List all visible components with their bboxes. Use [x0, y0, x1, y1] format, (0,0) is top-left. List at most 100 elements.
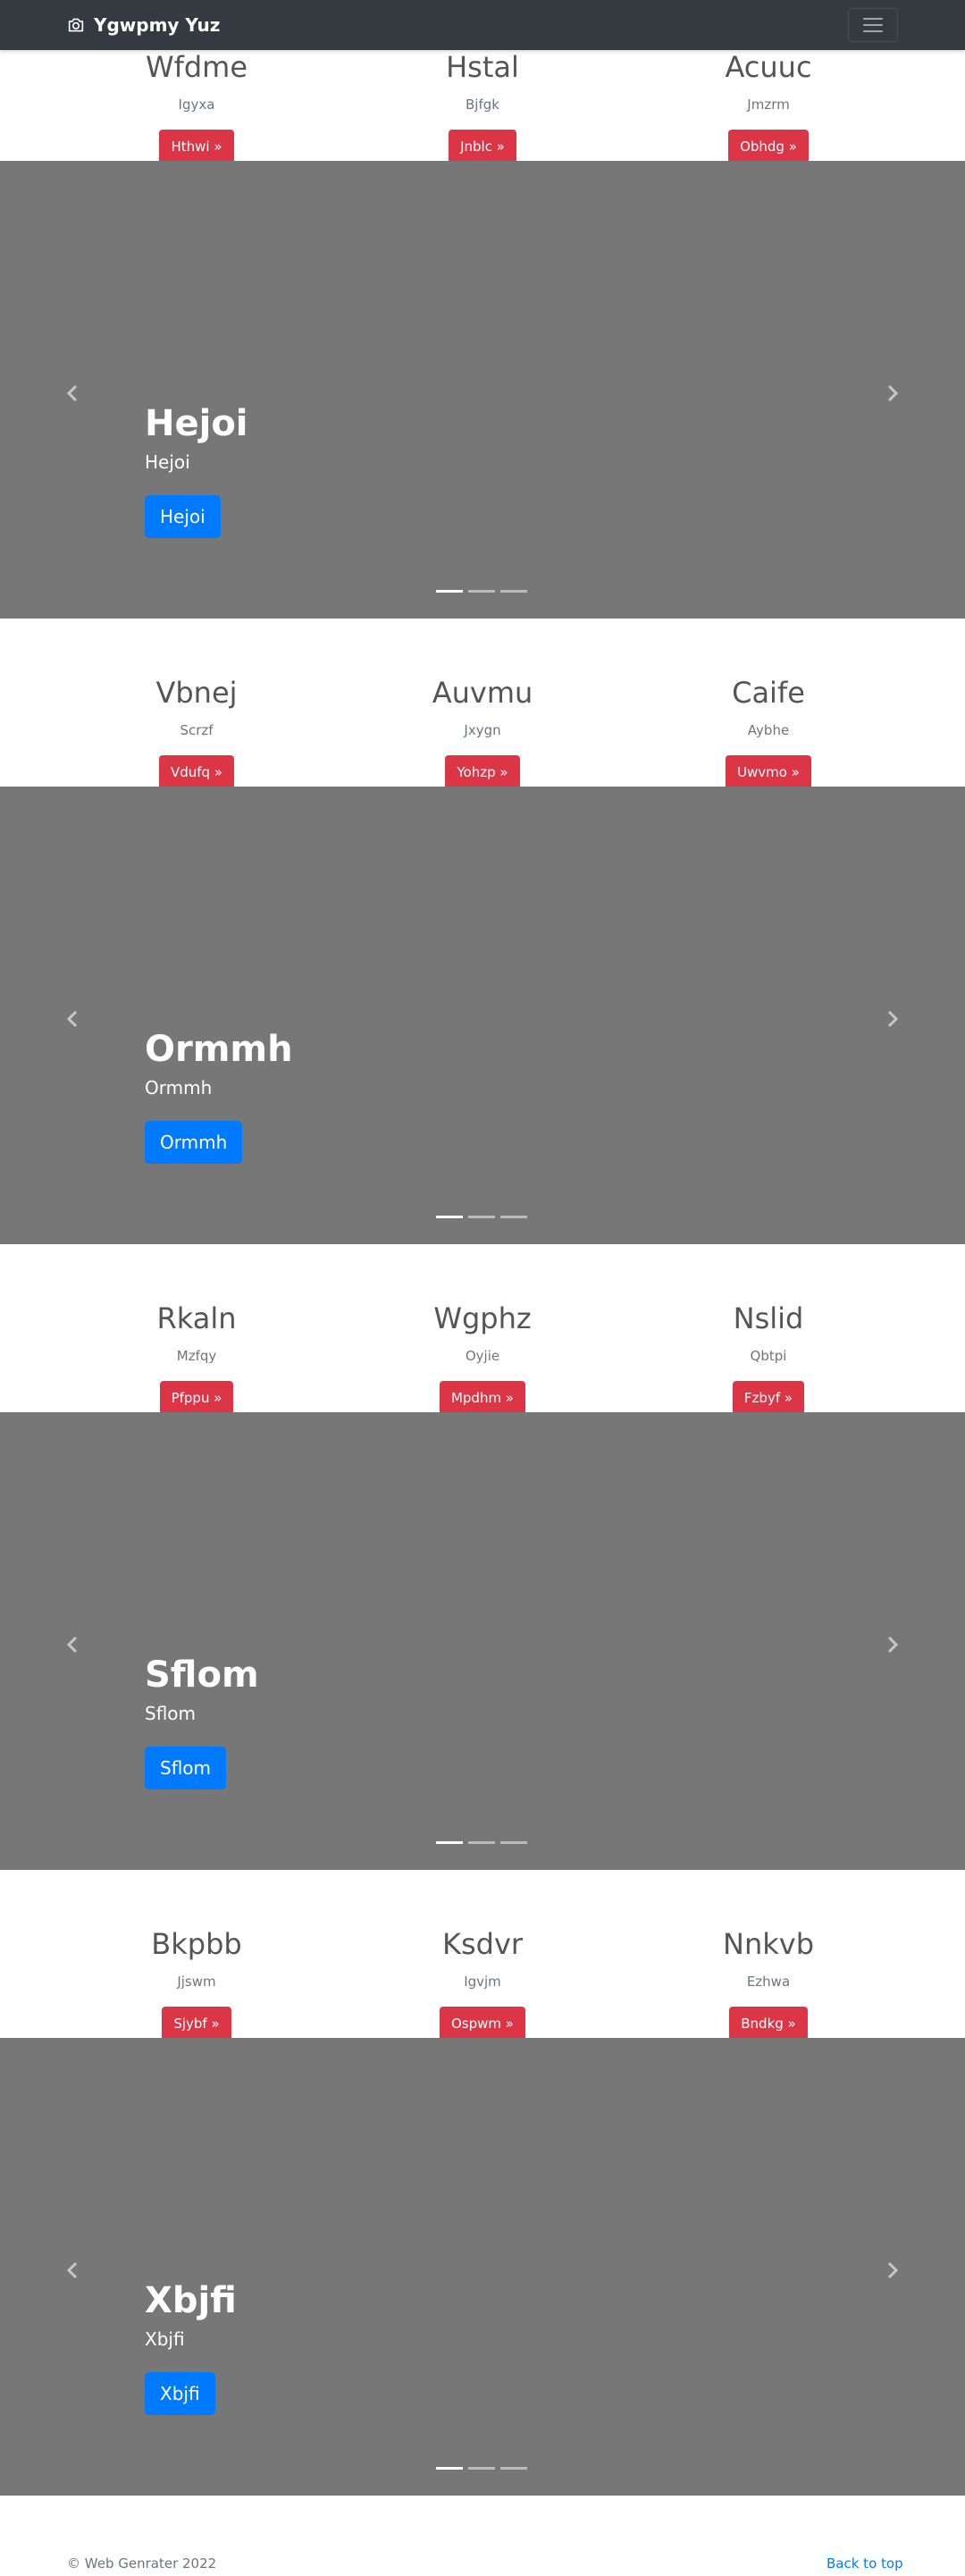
carousel-button[interactable]: Sflom	[145, 1747, 227, 1789]
features-row: Vbnej Scrzf Vdufq » Auvmu Jxygn Yohzp » …	[0, 619, 965, 789]
carousel-indicator[interactable]	[436, 1216, 463, 1218]
feature-button[interactable]: Pfppu »	[159, 1381, 234, 1415]
carousel-prev-button[interactable]	[64, 1009, 80, 1032]
feature-button[interactable]: Vdufq »	[158, 755, 235, 789]
feature-text: Jjswm	[177, 1974, 216, 1990]
feature-heading: Bkpbb	[151, 1927, 242, 1961]
carousel-indicator[interactable]	[500, 1216, 527, 1218]
feature-heading: Wgphz	[433, 1301, 532, 1335]
carousel: Xbjfi Xbjfi Xbjfi	[0, 2038, 965, 2496]
feature-column: Rkaln Mzfqy Pfppu »	[63, 1301, 331, 1415]
feature-heading: Vbnej	[155, 676, 238, 710]
feature-column: Hstal Bjfgk Jnblc »	[348, 49, 617, 164]
navbar-toggler-button[interactable]	[848, 8, 898, 42]
carousel-button[interactable]: Hejoi	[145, 495, 221, 538]
carousel-indicator[interactable]	[500, 2467, 527, 2470]
chevron-right-icon	[887, 1010, 899, 1028]
carousel: Hejoi Hejoi Hejoi	[0, 161, 965, 619]
feature-heading: Rkaln	[156, 1301, 237, 1335]
feature-column: Wgphz Oyjie Mpdhm »	[348, 1301, 617, 1415]
carousel-heading: Ormmh	[145, 1029, 293, 1070]
carousel-heading: Sflom	[145, 1654, 259, 1696]
carousel-indicators	[436, 1841, 533, 1844]
carousel-indicators	[436, 1216, 533, 1218]
carousel-prev-button[interactable]	[64, 1635, 80, 1658]
carousel-text: Ormmh	[145, 1077, 213, 1099]
chevron-right-icon	[887, 384, 899, 402]
carousel-caption: Hejoi Hejoi Hejoi	[145, 402, 248, 538]
feature-text: Jxygn	[464, 722, 501, 738]
carousel-indicator[interactable]	[436, 590, 463, 593]
footer: © Web Genrater 2022 Back to top	[0, 2492, 965, 2576]
carousel-indicator[interactable]	[436, 1841, 463, 1844]
copyright-text: © Web Genrater 2022	[67, 2555, 217, 2572]
carousel-text: Hejoi	[145, 451, 190, 473]
feature-heading: Caife	[732, 676, 805, 710]
carousel-indicator[interactable]	[468, 2467, 495, 2470]
feature-button[interactable]: Sjybf »	[162, 2007, 231, 2041]
carousel: Sflom Sflom Sflom	[0, 1412, 965, 1870]
carousel-indicator[interactable]	[436, 2467, 463, 2470]
carousel-caption: Sflom Sflom Sflom	[145, 1654, 259, 1789]
camera-icon	[68, 18, 84, 32]
feature-button[interactable]: Yohzp »	[445, 755, 520, 789]
feature-button[interactable]: Fzbyf »	[732, 1381, 805, 1415]
feature-button[interactable]: Bndkg »	[729, 2007, 808, 2041]
feature-button[interactable]: Uwvmo »	[726, 755, 811, 789]
navbar: Ygwpmy Yuz	[0, 0, 965, 50]
carousel-indicator[interactable]	[500, 590, 527, 593]
feature-heading: Wfdme	[145, 50, 248, 84]
carousel-indicators	[436, 2467, 533, 2470]
chevron-left-icon	[66, 1636, 78, 1654]
feature-button[interactable]: Jnblc »	[449, 130, 516, 164]
feature-column: Acuuc Jmzrm Obhdg »	[634, 49, 902, 164]
carousel-text: Xbjfi	[145, 2328, 185, 2350]
carousel-heading: Xbjfi	[145, 2280, 237, 2321]
feature-text: Oyjie	[465, 1348, 500, 1364]
carousel-prev-button[interactable]	[64, 383, 80, 407]
carousel-indicator[interactable]	[468, 590, 495, 593]
feature-column: Auvmu Jxygn Yohzp »	[348, 675, 617, 789]
feature-heading: Nslid	[733, 1301, 804, 1335]
carousel-indicator[interactable]	[468, 1216, 495, 1218]
feature-text: Bjfgk	[466, 97, 499, 113]
feature-text: Aybhe	[747, 722, 790, 738]
feature-column: Vbnej Scrzf Vdufq »	[63, 675, 331, 789]
carousel-caption: Ormmh Ormmh Ormmh	[145, 1028, 293, 1164]
carousel-button[interactable]: Ormmh	[145, 1121, 243, 1164]
carousel-next-button[interactable]	[885, 383, 901, 407]
carousel-heading: Hejoi	[145, 403, 248, 444]
feature-text: Igyxa	[178, 97, 215, 113]
feature-heading: Hstal	[446, 50, 519, 84]
chevron-right-icon	[887, 1636, 899, 1654]
carousel-indicator[interactable]	[500, 1841, 527, 1844]
carousel-indicator[interactable]	[468, 1841, 495, 1844]
carousel-next-button[interactable]	[885, 1009, 901, 1032]
carousel-next-button[interactable]	[885, 1635, 901, 1658]
carousel-text: Sflom	[145, 1703, 197, 1724]
feature-column: Ksdvr Igvjm Ospwm »	[348, 1926, 617, 2041]
brand-link[interactable]: Ygwpmy Yuz	[67, 13, 220, 37]
feature-heading: Acuuc	[725, 50, 812, 84]
carousel-caption: Xbjfi Xbjfi Xbjfi	[145, 2279, 237, 2415]
feature-text: Scrzf	[180, 722, 214, 738]
carousel-next-button[interactable]	[885, 2260, 901, 2284]
feature-column: Nslid Qbtpi Fzbyf »	[634, 1301, 902, 1415]
feature-button[interactable]: Obhdg »	[728, 130, 809, 164]
features-row: Bkpbb Jjswm Sjybf » Ksdvr Igvjm Ospwm » …	[0, 1870, 965, 2041]
feature-text: Qbtpi	[750, 1348, 787, 1364]
feature-text: Ezhwa	[746, 1974, 791, 1990]
carousel: Ormmh Ormmh Ormmh	[0, 787, 965, 1244]
feature-heading: Nnkvb	[723, 1927, 814, 1961]
chevron-right-icon	[887, 2261, 899, 2279]
chevron-left-icon	[66, 2261, 78, 2279]
back-to-top-link[interactable]: Back to top	[827, 2555, 903, 2572]
feature-heading: Ksdvr	[441, 1927, 524, 1961]
feature-button[interactable]: Hthwi »	[159, 130, 234, 164]
feature-button[interactable]: Ospwm »	[440, 2007, 525, 2041]
carousel-prev-button[interactable]	[64, 2260, 80, 2284]
features-row: Rkaln Mzfqy Pfppu » Wgphz Oyjie Mpdhm » …	[0, 1244, 965, 1415]
carousel-button[interactable]: Xbjfi	[145, 2372, 215, 2415]
feature-button[interactable]: Mpdhm »	[439, 1381, 526, 1415]
feature-text: Jmzrm	[747, 97, 790, 113]
